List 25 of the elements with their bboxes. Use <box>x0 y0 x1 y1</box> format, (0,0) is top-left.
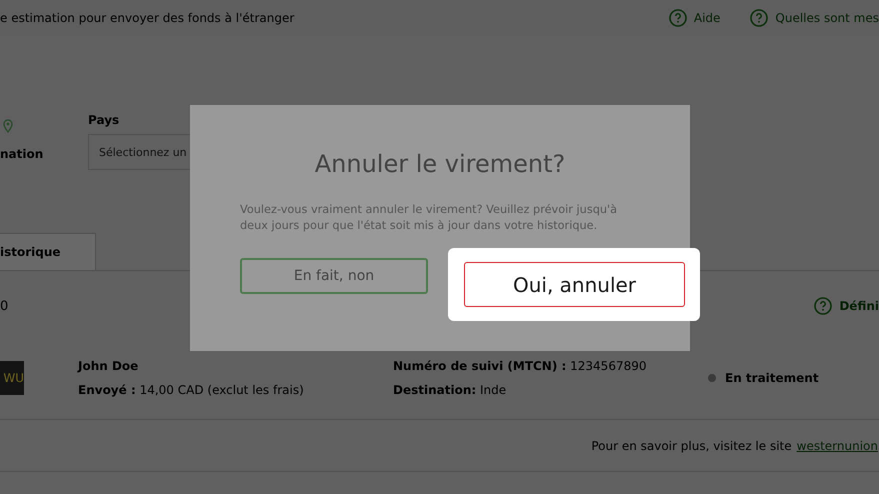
dismiss-button[interactable]: En fait, non <box>240 258 428 294</box>
confirm-button[interactable]: Oui, annuler <box>464 262 685 307</box>
tracking-number: Numéro de suivi (MTCN) : 1234567890 <box>393 358 648 372</box>
transfer-count: 0 <box>0 298 8 314</box>
dialog-title: Annuler le virement? <box>314 150 566 178</box>
help-icon <box>668 9 687 27</box>
transfer-status: En traitement <box>725 370 819 384</box>
recipient-name: John Doe <box>78 358 140 372</box>
dialog-message: Voulez-vous vraiment annuler le virement? Veuillez prévoir jusqu'à deux jours pour que l'état soit mis à jour dans votre historique. <box>240 202 618 234</box>
country-label: Pays <box>88 113 120 127</box>
brand-logo: WU <box>0 360 24 394</box>
amount-sent: Envoyé : 14,00 CAD (exclut les frais) <box>78 382 305 396</box>
help-link[interactable]: Quelles sont mes <box>750 9 879 27</box>
status-dot <box>708 374 716 382</box>
help-link[interactable]: Aide <box>668 9 720 27</box>
help-link[interactable]: Défini <box>814 297 879 315</box>
location-pin-icon <box>2 119 14 133</box>
info-note: Pour en savoir plus, visitez le site <box>591 438 792 452</box>
destination-country: Destination: Inde <box>393 382 508 396</box>
page-title: e estimation pour envoyer des fonds à l'étranger <box>0 11 296 25</box>
help-icon <box>750 9 768 27</box>
history-tab[interactable]: istorique <box>0 233 96 270</box>
destination-label: nation <box>0 147 44 161</box>
website-link[interactable]: westernunion <box>796 438 878 452</box>
help-icon <box>814 297 832 315</box>
